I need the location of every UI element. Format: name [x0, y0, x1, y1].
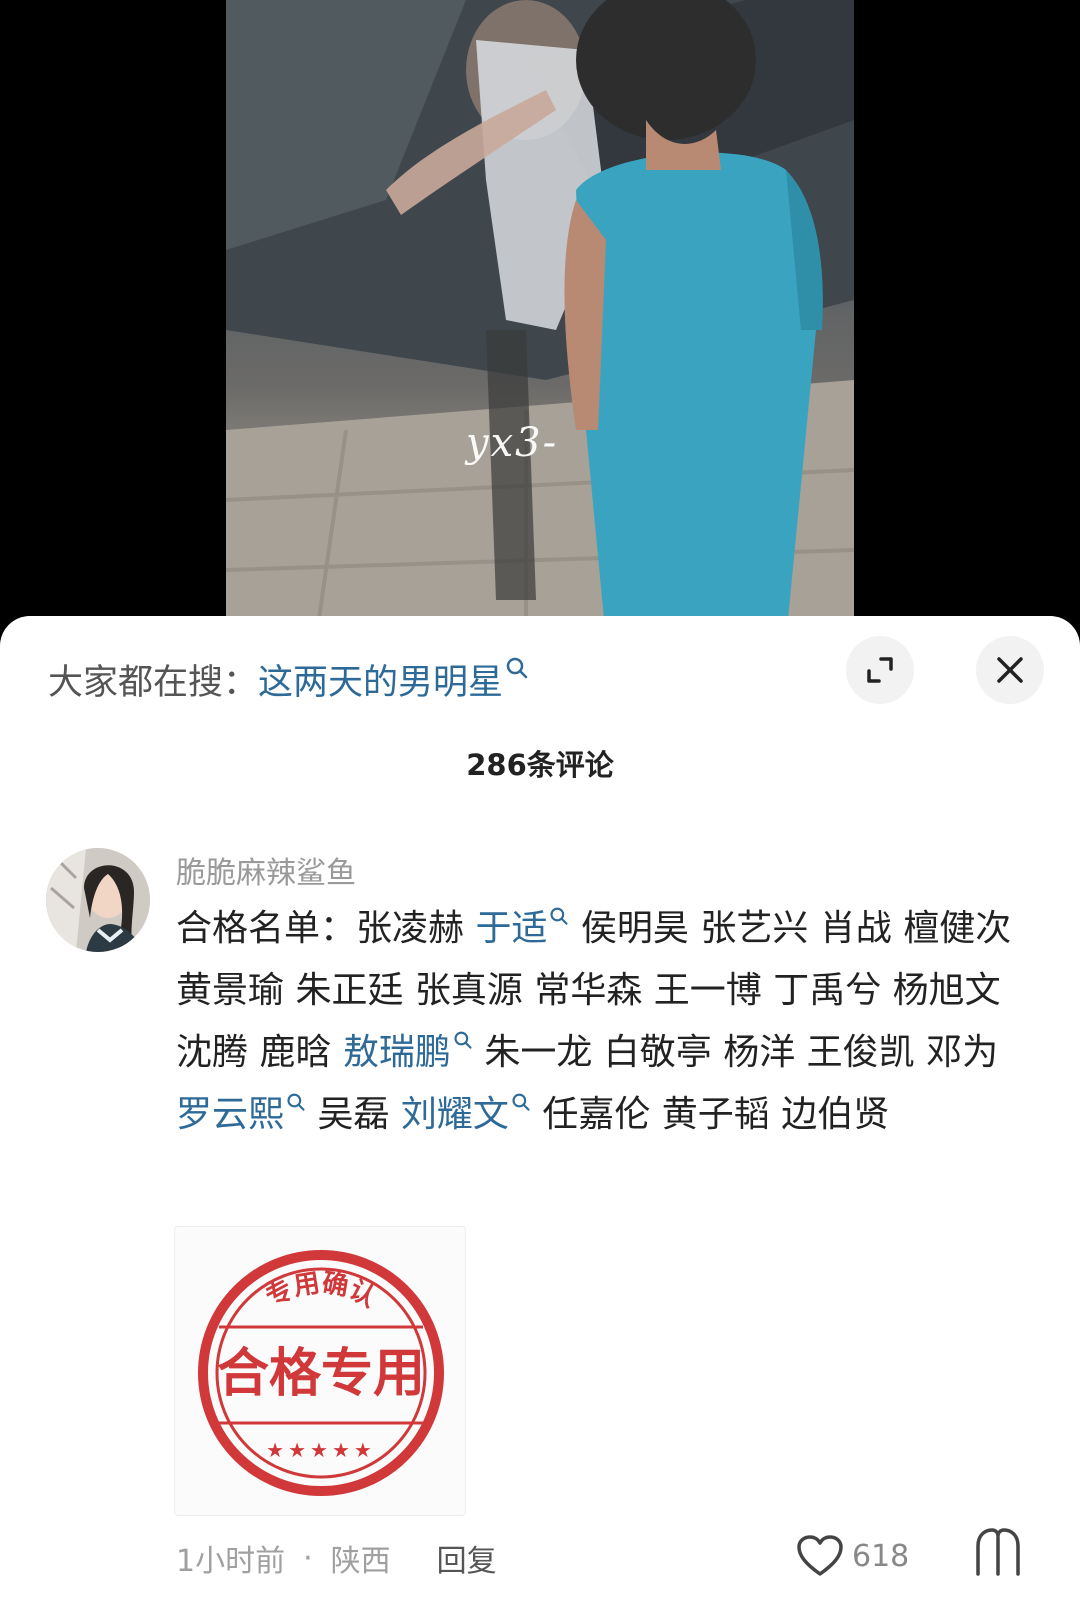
search-icon [550, 907, 569, 925]
video-area[interactable]: yx3- [0, 0, 1080, 640]
expand-icon [867, 657, 893, 683]
comment-location: 陕西 [330, 1544, 391, 1579]
search-term-link[interactable]: 这两天的男明星 [258, 654, 503, 705]
keyword-label: 刘耀文 [400, 1094, 509, 1135]
keyword-link[interactable]: 刘耀文 [400, 1093, 531, 1135]
expand-button[interactable] [846, 636, 914, 704]
comment-meta: 1小时前 · 陕西 回复 [176, 1536, 497, 1580]
avatar-image [46, 848, 150, 952]
avatar[interactable] [46, 848, 150, 952]
comment-username[interactable]: 脆脆麻辣鲨鱼 [176, 848, 356, 892]
keyword-link[interactable]: 于适 [475, 907, 569, 949]
comment-time: 1小时前 [176, 1544, 286, 1579]
search-icon [287, 1093, 305, 1111]
keyword-link[interactable]: 敖瑞鹏 [342, 1031, 473, 1073]
video-scene [226, 0, 854, 640]
approval-stamp: 专用确认 合格专用 ★★★★★ [198, 1250, 444, 1496]
comment-text: 合格名单：张凌赫 于适 侯明昊 张艺兴 肖战 檀健次 黄景瑜 朱正廷 张真源 常… [176, 898, 1026, 1146]
comment-text-segment: 任嘉伦 黄子韬 边伯贤 [530, 1094, 890, 1135]
video-frame[interactable]: yx3- [226, 0, 854, 640]
svg-text:★★★★★: ★★★★★ [266, 1438, 376, 1462]
keyword-label: 敖瑞鹏 [342, 1032, 451, 1073]
trending-search-bar[interactable]: 大家都在搜： 这两天的男明星 [48, 654, 529, 704]
svg-text:合格专用: 合格专用 [217, 1343, 425, 1404]
reply-button[interactable]: 回复 [437, 1536, 497, 1580]
comment-text-segment: 合格名单：张凌赫 [176, 908, 476, 949]
heart-icon [797, 1535, 843, 1576]
comment-sheet: 大家都在搜： 这两天的男明星 286条评论 脆脆麻辣鲨鱼 合格名单：张凌赫 于适… [0, 616, 1080, 1605]
svg-text:专用确认: 专用确认 [261, 1267, 381, 1313]
like-count: 618 [852, 1538, 910, 1574]
keyword-link[interactable]: 罗云熙 [176, 1093, 306, 1135]
meta-separator: · [303, 1540, 313, 1576]
dislike-icon[interactable] [972, 1524, 1024, 1580]
watermark: yx3- [466, 420, 559, 466]
search-icon [454, 1031, 472, 1049]
search-icon [512, 1093, 530, 1111]
keyword-label: 于适 [475, 908, 548, 949]
close-icon [997, 657, 1023, 683]
search-icon[interactable] [505, 656, 529, 682]
keyword-label: 罗云熙 [176, 1094, 285, 1135]
comment-text-segment: 朱一龙 白敬亭 杨洋 王俊凯 邓为 [472, 1032, 999, 1073]
comment-text-segment: 吴磊 [306, 1094, 401, 1135]
comment-count: 286条评论 [466, 748, 614, 782]
search-prefix-label: 大家都在搜： [48, 662, 259, 703]
comment-image[interactable]: 专用确认 合格专用 ★★★★★ [174, 1226, 466, 1516]
like-button[interactable]: 618 [796, 1526, 909, 1586]
close-button[interactable] [976, 636, 1044, 704]
